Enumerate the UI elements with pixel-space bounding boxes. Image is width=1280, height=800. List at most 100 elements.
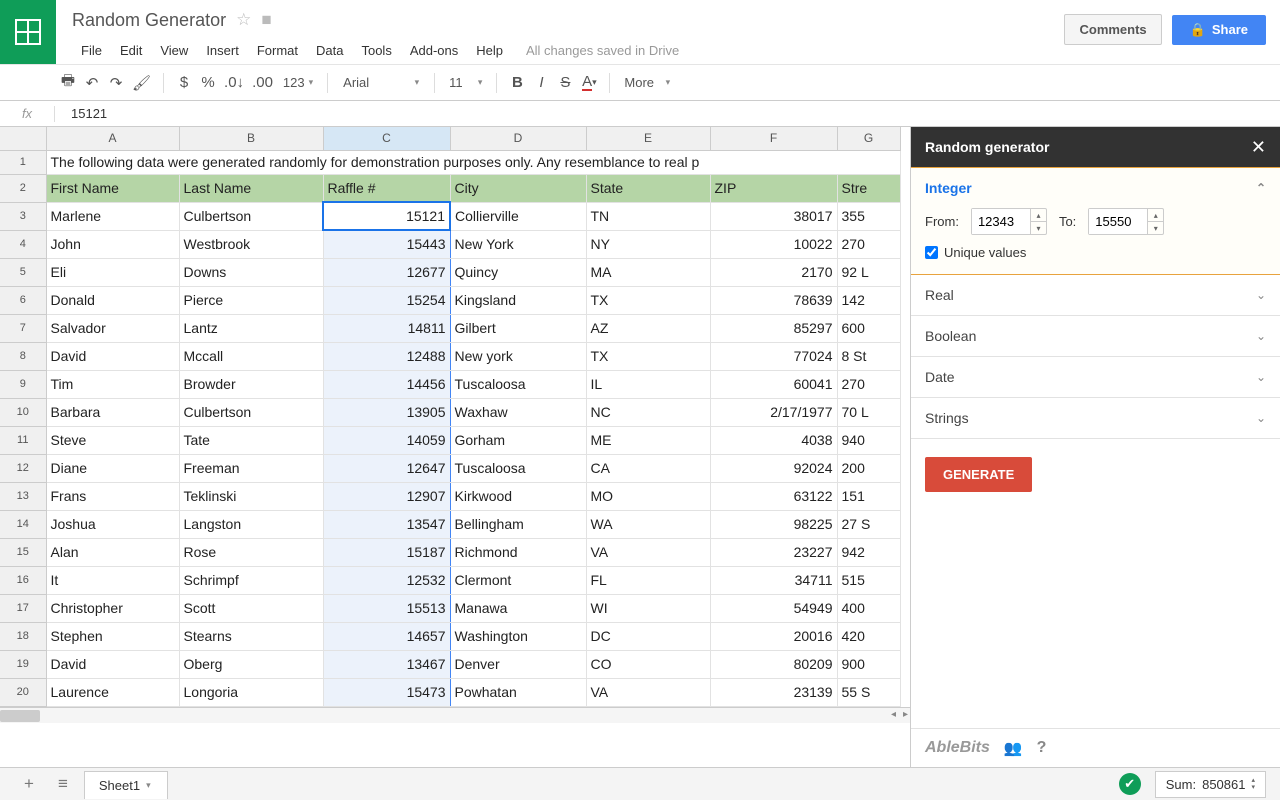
section-date[interactable]: Date⌄ [911,357,1280,397]
section-boolean[interactable]: Boolean⌄ [911,316,1280,356]
cell[interactable]: 80209 [710,650,837,678]
menu-format[interactable]: Format [248,39,307,62]
note-cell[interactable]: The following data were generated random… [46,150,900,174]
cell[interactable]: 200 [837,454,900,482]
comments-button[interactable]: Comments [1064,14,1161,45]
cell[interactable]: Eli [46,258,179,286]
menu-edit[interactable]: Edit [111,39,151,62]
cell[interactable]: Frans [46,482,179,510]
cell[interactable]: 270 [837,230,900,258]
cell[interactable]: Langston [179,510,323,538]
generate-button[interactable]: GENERATE [925,457,1032,492]
col-head-G[interactable]: G [837,127,900,150]
cell[interactable]: Quincy [450,258,586,286]
cell[interactable]: 78639 [710,286,837,314]
menu-view[interactable]: View [151,39,197,62]
cell[interactable]: 15121 [323,202,450,230]
cell[interactable]: 55 S [837,678,900,706]
add-sheet-icon[interactable]: + [16,770,42,798]
spreadsheet[interactable]: ABCDEFG1The following data were generate… [0,127,910,767]
cell[interactable]: 34711 [710,566,837,594]
header-cell[interactable]: State [586,174,710,202]
row-head-19[interactable]: 19 [0,650,46,678]
cell[interactable]: Culbertson [179,202,323,230]
cell[interactable]: Westbrook [179,230,323,258]
cell[interactable]: Washington [450,622,586,650]
cell[interactable]: 12647 [323,454,450,482]
cell[interactable]: Clermont [450,566,586,594]
sheet-tab[interactable]: Sheet1 ▾ [84,771,168,799]
cell[interactable]: Teklinski [179,482,323,510]
row-head-2[interactable]: 2 [0,174,46,202]
row-head-17[interactable]: 17 [0,594,46,622]
menu-insert[interactable]: Insert [197,39,248,62]
cell[interactable]: 13547 [323,510,450,538]
document-title[interactable]: Random Generator [72,10,226,31]
cell[interactable]: Diane [46,454,179,482]
section-strings[interactable]: Strings⌄ [911,398,1280,438]
cell[interactable]: Powhatan [450,678,586,706]
cell[interactable]: 77024 [710,342,837,370]
cell[interactable]: 14811 [323,314,450,342]
cell[interactable]: 15473 [323,678,450,706]
menu-help[interactable]: Help [467,39,512,62]
cell[interactable]: 12677 [323,258,450,286]
cell[interactable]: 12907 [323,482,450,510]
header-cell[interactable]: Raffle # [323,174,450,202]
paint-format-icon[interactable]: 🖌 [128,70,155,96]
cell[interactable]: 13905 [323,398,450,426]
folder-icon[interactable]: ■ [261,10,271,30]
cell[interactable]: 27 S [837,510,900,538]
col-head-E[interactable]: E [586,127,710,150]
cell[interactable]: NC [586,398,710,426]
cell[interactable]: VA [586,538,710,566]
cell[interactable]: 14059 [323,426,450,454]
row-head-8[interactable]: 8 [0,342,46,370]
cell[interactable]: Salvador [46,314,179,342]
row-head-18[interactable]: 18 [0,622,46,650]
to-input[interactable]: ▴▾ [1088,208,1164,235]
cell[interactable]: ME [586,426,710,454]
cell[interactable]: AZ [586,314,710,342]
row-head-13[interactable]: 13 [0,482,46,510]
select-all-cell[interactable] [0,127,46,150]
font-dropdown[interactable]: Arial▾ [336,71,426,94]
cell[interactable]: 515 [837,566,900,594]
cell[interactable]: Joshua [46,510,179,538]
from-input[interactable]: ▴▾ [971,208,1047,235]
cell[interactable]: Tuscaloosa [450,454,586,482]
cell[interactable]: 142 [837,286,900,314]
row-head-14[interactable]: 14 [0,510,46,538]
row-head-16[interactable]: 16 [0,566,46,594]
cell[interactable]: Richmond [450,538,586,566]
cell[interactable]: 900 [837,650,900,678]
cell[interactable]: MO [586,482,710,510]
app-logo[interactable] [0,0,56,64]
cell[interactable]: 270 [837,370,900,398]
cell[interactable]: Marlene [46,202,179,230]
cell[interactable]: 13467 [323,650,450,678]
print-icon[interactable]: 🖶 [56,70,80,96]
cell[interactable]: 14657 [323,622,450,650]
currency-icon[interactable]: $ [172,70,196,96]
row-head-20[interactable]: 20 [0,678,46,706]
cell[interactable]: 15443 [323,230,450,258]
cell[interactable]: 15254 [323,286,450,314]
text-color-icon[interactable]: A ▾ [577,70,601,96]
help-icon[interactable]: ? [1037,739,1047,757]
cell[interactable]: Bellingham [450,510,586,538]
cell[interactable]: 942 [837,538,900,566]
cell[interactable]: 85297 [710,314,837,342]
row-head-10[interactable]: 10 [0,398,46,426]
number-format-dropdown[interactable]: 123 ▾ [277,75,319,90]
cell[interactable]: Christopher [46,594,179,622]
cell[interactable]: 10022 [710,230,837,258]
header-cell[interactable]: First Name [46,174,179,202]
cell[interactable]: 940 [837,426,900,454]
status-ok-icon[interactable]: ✔ [1119,773,1141,795]
cell[interactable]: CO [586,650,710,678]
cell[interactable]: 63122 [710,482,837,510]
cell[interactable]: 92 L [837,258,900,286]
col-head-B[interactable]: B [179,127,323,150]
cell[interactable]: 98225 [710,510,837,538]
